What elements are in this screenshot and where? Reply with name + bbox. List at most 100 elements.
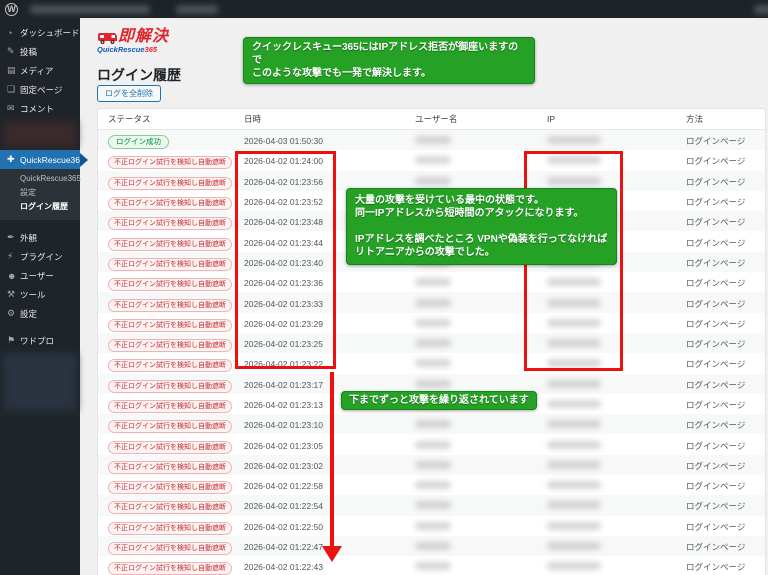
redacted-content [3, 121, 77, 147]
active-menu-arrow-icon [80, 153, 88, 167]
status-badge-fail: 不正ログイン試行を検知し自動遮断 [108, 319, 232, 332]
table-row: 不正ログイン試行を検知し自動遮断2026-04-02 01:23:02ログインペ… [98, 455, 765, 475]
plugin-logo: 即解決 QuickRescue365 [97, 29, 169, 54]
redacted-ip [547, 542, 601, 550]
redacted-username [415, 542, 451, 550]
ip-cell [547, 562, 686, 570]
redacted-ip [547, 522, 601, 530]
username-cell [415, 380, 547, 388]
pushpin-icon: ✎ [7, 46, 20, 57]
datetime-value: 2026-04-02 01:23:13 [244, 400, 323, 410]
status-badge-fail: 不正ログイン試行を検知し自動遮断 [108, 481, 232, 494]
username-cell [415, 441, 547, 449]
redacted-ip [547, 562, 601, 570]
method-cell: ログインページ [686, 192, 765, 210]
redacted-admin-bar-right [754, 5, 768, 14]
media-icon: ▤ [7, 65, 20, 76]
sidebar-item-pages[interactable]: ❑固定ページ [0, 80, 80, 99]
ip-cell [547, 441, 686, 449]
sidebar-item-appearance[interactable]: ✒外観 [0, 228, 80, 247]
method-cell: ログインページ [686, 212, 765, 230]
method-value: ログインページ [686, 562, 745, 572]
column-header-username[interactable]: ユーザー名 [415, 113, 547, 125]
sidebar-item-posts[interactable]: ✎投稿 [0, 42, 80, 61]
method-value: ログインページ [686, 481, 745, 491]
sidebar-item-label: プラグイン [20, 251, 63, 263]
settings-icon: ⚙ [7, 308, 20, 319]
status-badge-fail: 不正ログイン試行を検知し自動遮断 [108, 441, 232, 454]
table-row: 不正ログイン試行を検知し自動遮断2026-04-02 01:22:54ログインペ… [98, 495, 765, 515]
method-value: ログインページ [686, 522, 745, 532]
method-cell: ログインページ [686, 294, 765, 312]
status-cell: 不正ログイン試行を検知し自動遮断 [98, 294, 244, 312]
redacted-ip [547, 441, 601, 449]
method-cell: ログインページ [686, 436, 765, 454]
sidebar-item-users[interactable]: ☻ユーザー [0, 266, 80, 285]
method-cell: ログインページ [686, 375, 765, 393]
table-row: 不正ログイン試行を検知し自動遮断2026-04-02 01:23:10ログインペ… [98, 414, 765, 434]
method-value: ログインページ [686, 339, 745, 349]
sidebar-item-label: ユーザー [20, 270, 54, 282]
table-row: 不正ログイン試行を検知し自動遮断2026-04-02 01:23:05ログインペ… [98, 434, 765, 454]
sidebar-item-label: コメント [20, 103, 54, 115]
table-row: 不正ログイン試行を検知し自動遮断2026-04-02 01:23:33ログインペ… [98, 292, 765, 312]
sidebar-item-tools[interactable]: ⚒ツール [0, 285, 80, 304]
username-cell [415, 542, 547, 550]
method-value: ログインページ [686, 441, 745, 451]
column-header-ip[interactable]: IP [547, 114, 686, 124]
sidebar-item-label: QuickRescue365 [20, 155, 85, 165]
redacted-username [415, 420, 451, 428]
redacted-username [415, 461, 451, 469]
sidebar-item-wadopro[interactable]: ⚑ワドプロ [0, 331, 80, 350]
status-cell: 不正ログイン試行を検知し自動遮断 [98, 476, 244, 494]
sidebar-subitem-login-history[interactable]: ログイン履歴 [0, 200, 80, 214]
ip-cell [547, 400, 686, 408]
sidebar-item-label: 固定ページ [20, 84, 62, 96]
status-badge-fail: 不正ログイン試行を検知し自動遮断 [108, 380, 232, 393]
method-value: ログインページ [686, 461, 745, 471]
status-badge-fail: 不正ログイン試行を検知し自動遮断 [108, 501, 232, 514]
sidebar-item-settings[interactable]: ⚙設定 [0, 304, 80, 323]
sidebar-item-plugins[interactable]: ⚡プラグイン [0, 247, 80, 266]
status-badge-fail: 不正ログイン試行を検知し自動遮断 [108, 420, 232, 433]
sidebar-item-media[interactable]: ▤メディア [0, 61, 80, 80]
redacted-username [415, 481, 451, 489]
table-row: 不正ログイン試行を検知し自動遮断2026-04-02 01:22:47ログインペ… [98, 536, 765, 556]
status-badge-fail: 不正ログイン試行を検知し自動遮断 [108, 156, 232, 169]
redacted-ip [547, 400, 601, 408]
ambulance-icon [97, 31, 118, 45]
status-cell: ログイン成功 [98, 131, 244, 149]
redacted-content [3, 353, 77, 411]
column-header-method[interactable]: 方法 [686, 113, 765, 125]
redacted-username [415, 441, 451, 449]
sidebar-submenu: QuickRescue365設定ログイン履歴 [0, 169, 80, 220]
status-badge-fail: 不正ログイン試行を検知し自動遮断 [108, 400, 232, 413]
username-cell [415, 562, 547, 570]
sidebar-item-dashboard[interactable]: ◔ダッシュボード [0, 23, 80, 42]
redacted-username [415, 339, 451, 347]
sidebar-item-comments[interactable]: ✉コメント [0, 99, 80, 118]
sidebar-subitem-quickrescue365-sub[interactable]: QuickRescue365 [0, 172, 80, 186]
table-row: 不正ログイン試行を検知し自動遮断2026-04-02 01:23:29ログインペ… [98, 313, 765, 333]
status-badge-fail: 不正ログイン試行を検知し自動遮断 [108, 359, 232, 372]
sidebar-subitem-quickrescue365-settings[interactable]: 設定 [0, 186, 80, 200]
delete-all-logs-button[interactable]: ログを全削除 [97, 85, 161, 102]
status-cell: 不正ログイン試行を検知し自動遮断 [98, 253, 244, 271]
table-row: 不正ログイン試行を検知し自動遮断2026-04-02 01:23:36ログインペ… [98, 272, 765, 292]
method-cell: ログインページ [686, 395, 765, 413]
method-cell: ログインページ [686, 537, 765, 555]
status-cell: 不正ログイン試行を検知し自動遮断 [98, 415, 244, 433]
redacted-username [415, 319, 451, 327]
sidebar-item-label: 外観 [20, 232, 37, 244]
column-header-datetime[interactable]: 日時 [244, 113, 415, 125]
datetime-value: 2026-04-02 01:22:50 [244, 522, 323, 532]
column-header-status[interactable]: ステータス [98, 113, 244, 125]
wordpress-logo-icon[interactable]: W [5, 3, 18, 16]
comments-icon: ✉ [7, 103, 20, 114]
method-value: ログインページ [686, 299, 745, 309]
table-row: 不正ログイン試行を検知し自動遮断2026-04-02 01:22:58ログインペ… [98, 475, 765, 495]
table-row: 不正ログイン試行を検知し自動遮断2026-04-02 01:23:22ログインペ… [98, 353, 765, 373]
method-cell: ログインページ [686, 557, 765, 575]
username-cell [415, 461, 547, 469]
sidebar-item-quickrescue365[interactable]: ✚QuickRescue365 [0, 150, 80, 169]
